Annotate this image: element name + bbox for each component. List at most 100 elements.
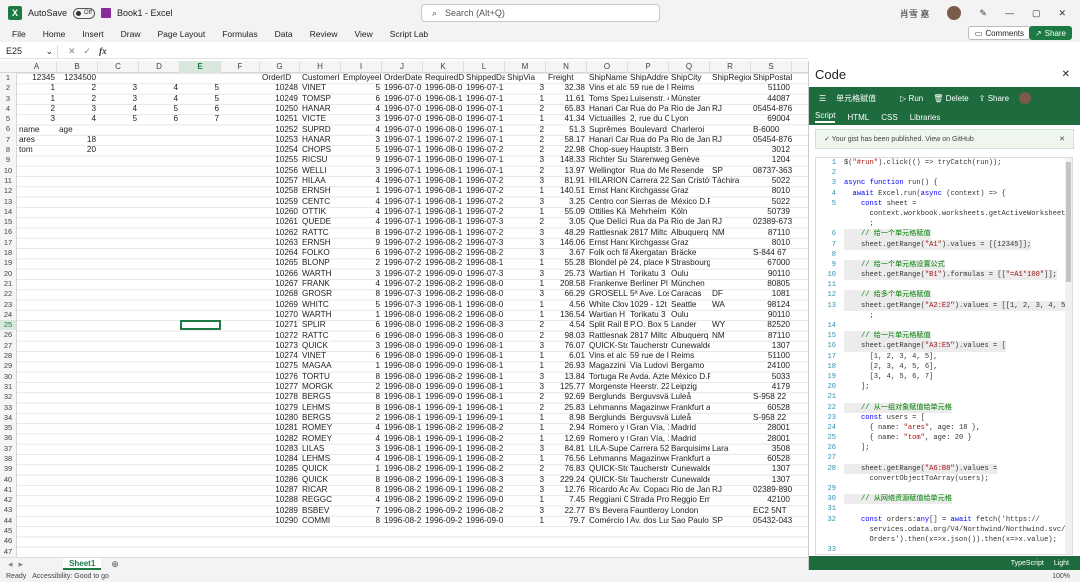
cell[interactable]: ares <box>17 135 57 145</box>
cell[interactable]: Rua da Par <box>628 217 669 227</box>
row-header[interactable]: 2 <box>0 83 16 93</box>
tab-libraries[interactable]: Libraries <box>910 113 941 122</box>
cell[interactable]: 10281 <box>260 423 300 433</box>
cell[interactable]: Sierras de <box>628 197 669 207</box>
cell[interactable]: 2817 Miltc <box>628 331 669 341</box>
prev-sheet-icon[interactable]: ◂ <box>8 559 13 570</box>
cell[interactable]: 229.24 <box>546 475 587 485</box>
cell[interactable]: 6.01 <box>546 351 587 361</box>
enter-icon[interactable]: ✓ <box>84 46 92 57</box>
cell[interactable]: 10290 <box>260 516 300 526</box>
cell[interactable]: Barquisime <box>669 444 710 454</box>
cell[interactable]: 2 <box>505 145 546 155</box>
cell[interactable]: 1996-08-2 <box>423 248 464 258</box>
row-header[interactable]: 28 <box>0 351 16 361</box>
cell[interactable]: 02389-673 <box>751 217 792 227</box>
cell[interactable]: Av. dos Lus <box>628 516 669 526</box>
cell[interactable]: Carrera 22 <box>628 176 669 186</box>
cell[interactable]: Bräcke <box>669 248 710 258</box>
cell[interactable]: 8 <box>341 289 382 299</box>
cell[interactable]: 4 <box>139 83 180 93</box>
column-header-c[interactable]: C <box>98 61 139 73</box>
cell[interactable]: 1996-08-2 <box>423 310 464 320</box>
cell[interactable]: 1 <box>505 516 546 526</box>
cell[interactable]: 87110 <box>751 331 792 341</box>
cell[interactable]: 3.05 <box>546 217 587 227</box>
cell[interactable]: London <box>669 506 710 516</box>
cell[interactable]: 98.03 <box>546 331 587 341</box>
column-header-p[interactable]: P <box>628 61 669 73</box>
cell[interactable]: 1 <box>505 207 546 217</box>
row-header[interactable]: 21 <box>0 279 16 289</box>
cell[interactable]: 1996-09-0 <box>423 392 464 402</box>
cell[interactable]: 1 <box>505 454 546 464</box>
cell[interactable]: 24, place K <box>628 258 669 268</box>
cell[interactable]: 2 <box>505 166 546 176</box>
cell[interactable]: 1996-08-1 <box>464 392 505 402</box>
cell[interactable]: HILARION- <box>587 176 628 186</box>
column-header-m[interactable]: M <box>505 61 546 73</box>
cell[interactable]: Rua do Pa <box>628 104 669 114</box>
cell[interactable]: 51100 <box>751 351 792 361</box>
row-header[interactable]: 5 <box>0 114 16 124</box>
cell[interactable]: 3 <box>98 83 139 93</box>
cell[interactable]: 8 <box>341 228 382 238</box>
cell[interactable]: 25.73 <box>546 269 587 279</box>
code-text[interactable]: async function run() { <box>844 178 938 188</box>
cell[interactable]: 1996-08-1 <box>423 166 464 176</box>
cell[interactable]: 1996-08-1 <box>423 186 464 196</box>
cell[interactable]: Av. Copaca <box>628 485 669 495</box>
cell[interactable]: age <box>57 125 98 135</box>
cell[interactable]: 10256 <box>260 166 300 176</box>
code-text[interactable]: sheet.getRange("A3:E5").values = [ <box>844 341 1006 352</box>
row-header[interactable]: 35 <box>0 423 16 433</box>
cell[interactable]: 2 <box>505 392 546 402</box>
cell[interactable]: 1996-07-1 <box>382 166 423 176</box>
cell[interactable]: 1996-09-0 <box>464 495 505 505</box>
cell[interactable]: 1 <box>505 94 546 104</box>
cell[interactable]: Wartian H <box>587 269 628 279</box>
cell[interactable]: 1996-08-0 <box>423 125 464 135</box>
menu-item-home[interactable]: Home <box>31 29 71 39</box>
cell[interactable]: 1081 <box>751 289 792 299</box>
row-header[interactable]: 6 <box>0 124 16 134</box>
cell[interactable]: LILA-Super <box>587 444 628 454</box>
cell[interactable]: TOMSP <box>300 94 341 104</box>
cell[interactable]: 28001 <box>751 434 792 444</box>
cell[interactable]: 1996-07-3 <box>382 300 423 310</box>
cell[interactable]: 1996-08-2 <box>464 423 505 433</box>
cell[interactable]: 1996-07-2 <box>382 228 423 238</box>
cell[interactable]: OrderID <box>260 73 300 83</box>
cell[interactable]: 1996-07-2 <box>464 176 505 186</box>
cell[interactable]: 8 <box>341 485 382 495</box>
cell[interactable]: Rua do Me <box>628 166 669 176</box>
cell[interactable]: BERGS <box>300 392 341 402</box>
cell[interactable]: RICAR <box>300 485 341 495</box>
cell[interactable]: 7 <box>180 114 221 124</box>
cell[interactable]: 6 <box>341 320 382 330</box>
cell[interactable]: 1996-08-0 <box>382 372 423 382</box>
cell[interactable]: 4 <box>341 176 382 186</box>
cell[interactable]: Madrid <box>669 423 710 433</box>
cell[interactable]: 10248 <box>260 83 300 93</box>
cell[interactable]: 3 <box>98 94 139 104</box>
cell[interactable]: 28001 <box>751 423 792 433</box>
cell[interactable]: Rua do Pa <box>628 135 669 145</box>
cell[interactable]: 5033 <box>751 372 792 382</box>
cell[interactable]: 1996-08-0 <box>382 382 423 392</box>
zoom-level[interactable]: 100% <box>1052 573 1070 580</box>
share-button[interactable]: ↗ Share <box>1028 26 1072 40</box>
cell[interactable]: QUICK-Sto <box>587 475 628 485</box>
cell[interactable]: FOLKO <box>300 248 341 258</box>
cell[interactable]: 1996-08-2 <box>423 279 464 289</box>
cell[interactable]: Torikatu 3 <box>628 310 669 320</box>
search-box[interactable]: ⌕ Search (Alt+Q) <box>421 4 660 22</box>
cell[interactable]: ShipPostalS <box>751 73 792 83</box>
cell[interactable]: Cunewalde <box>669 341 710 351</box>
cell[interactable]: Ottilies Kä <box>587 207 628 217</box>
cell[interactable]: Carrera 52 <box>628 444 669 454</box>
cell[interactable]: 5ª Ave. Los <box>628 289 669 299</box>
cell[interactable]: 10265 <box>260 258 300 268</box>
cell[interactable]: Hanari Car <box>587 135 628 145</box>
cell[interactable]: 1 <box>505 351 546 361</box>
